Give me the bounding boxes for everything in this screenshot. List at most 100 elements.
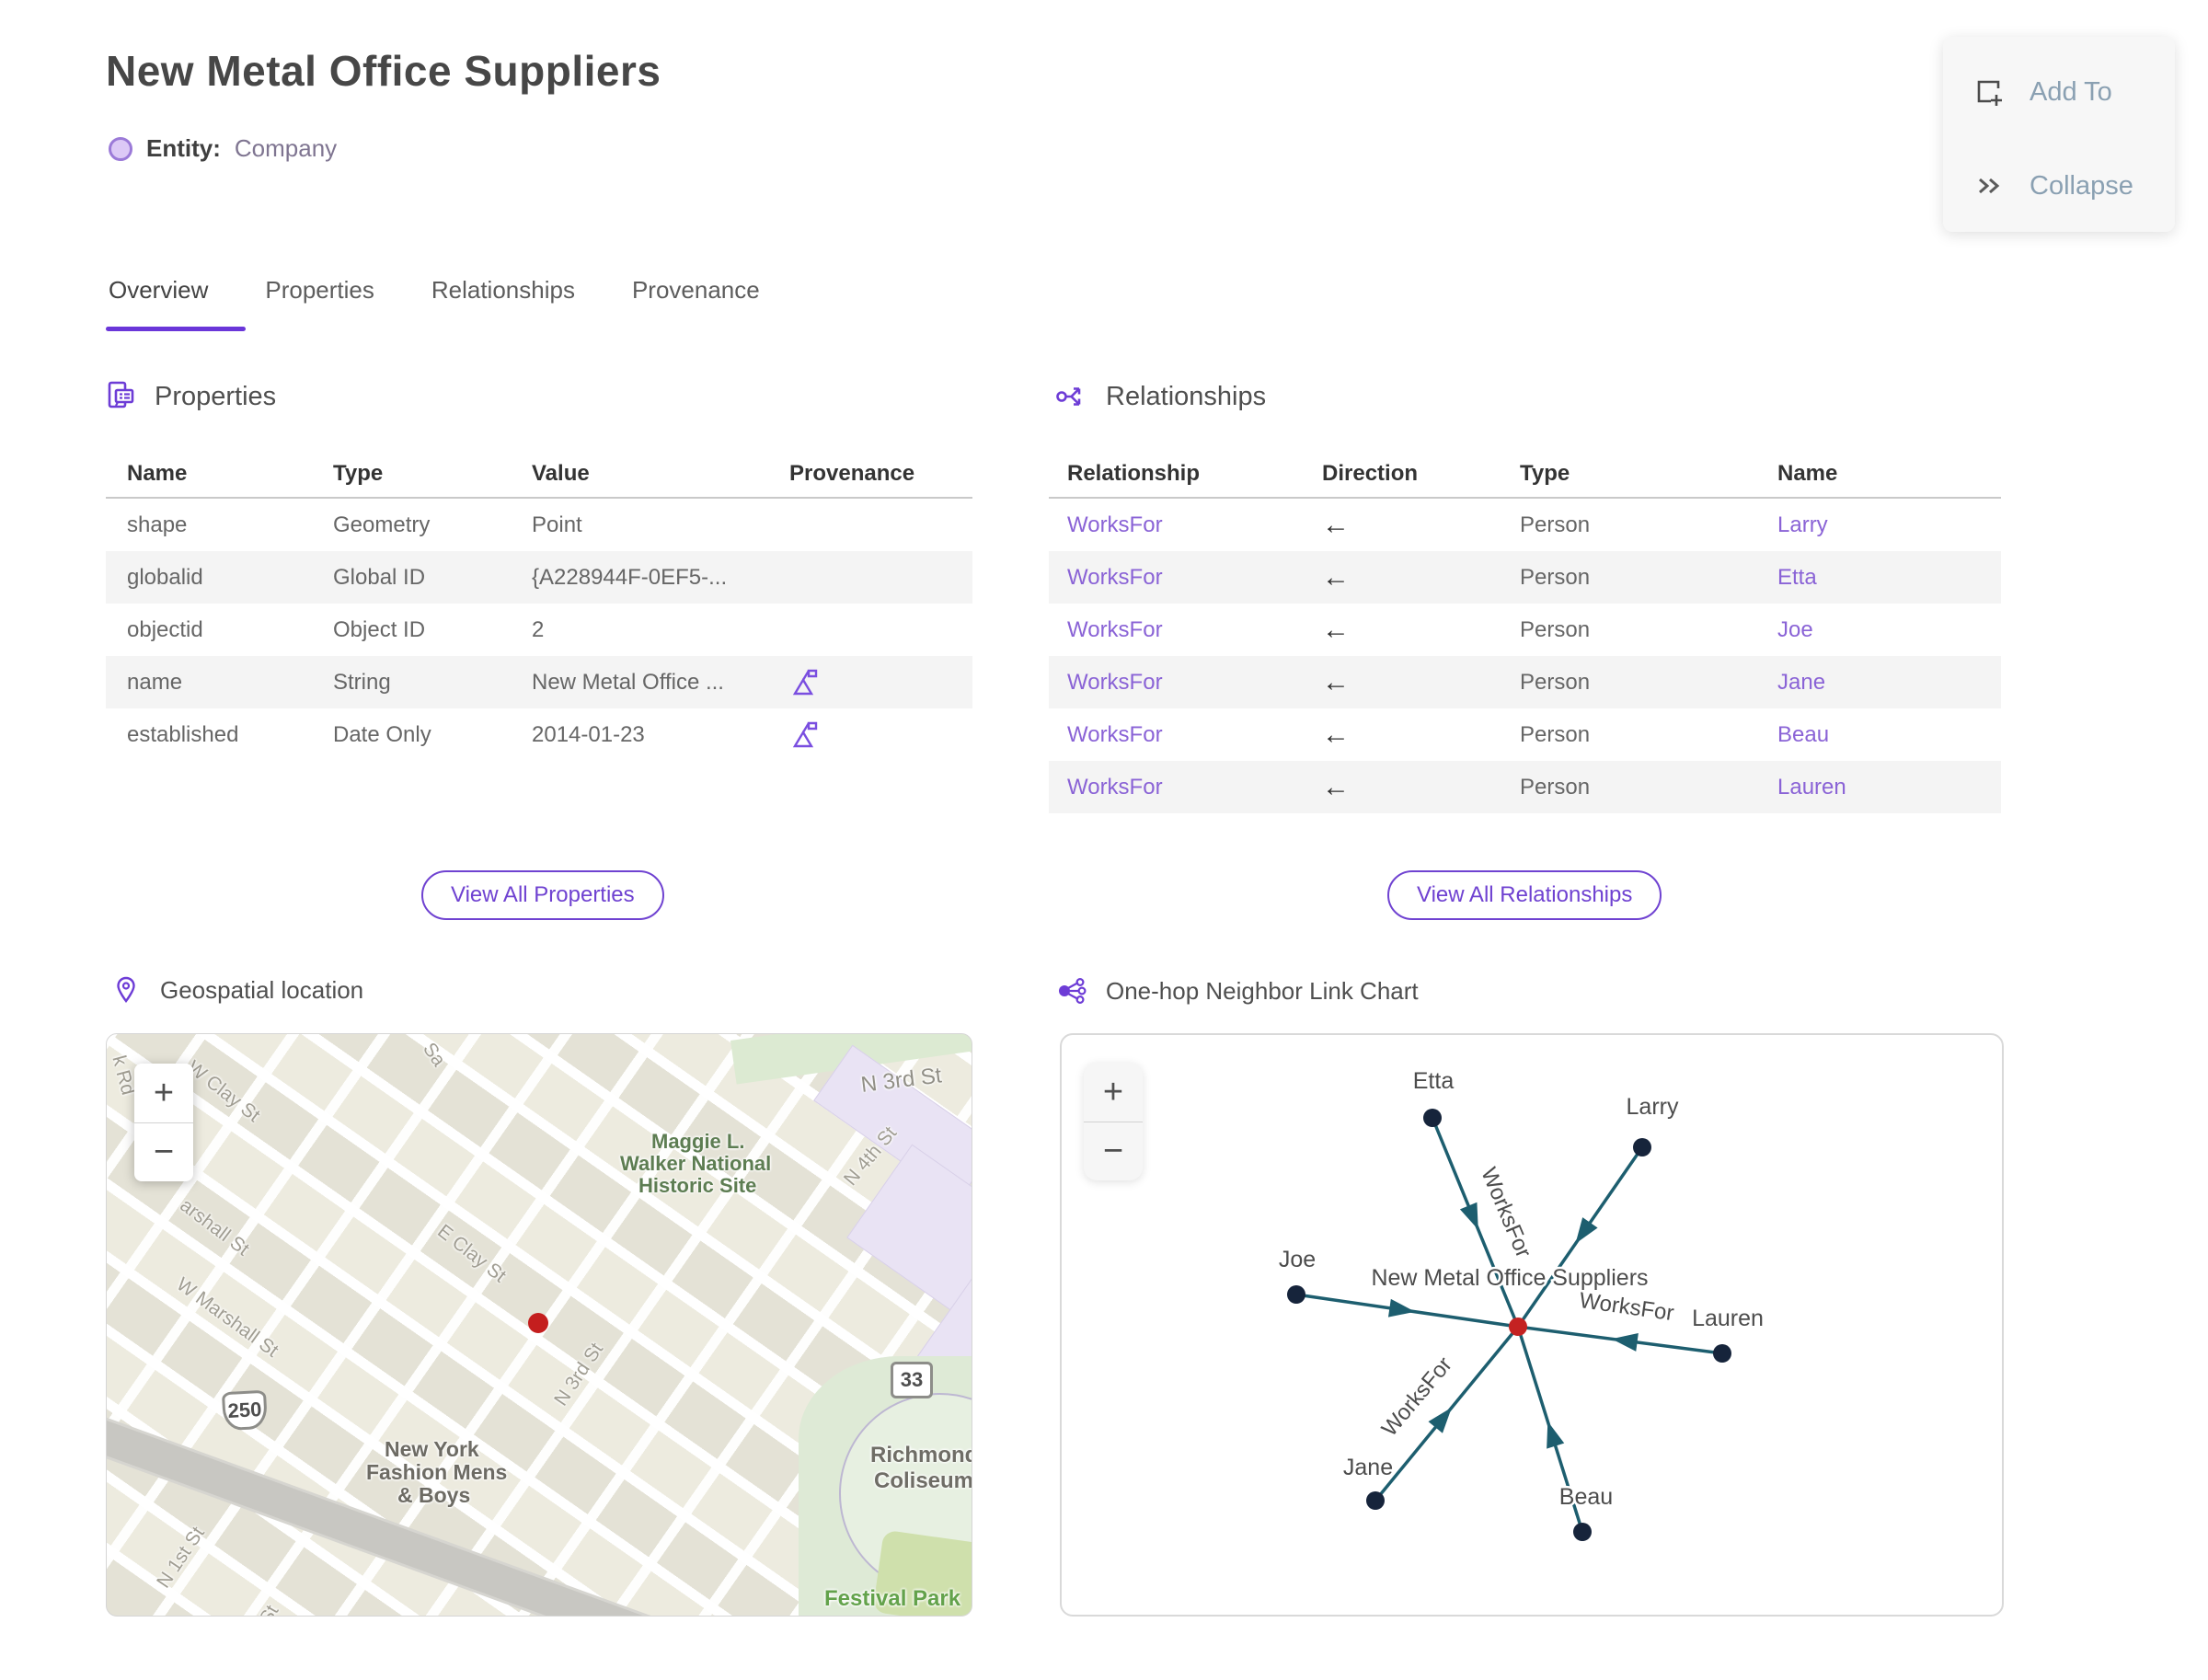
related-entity-link[interactable]: Beau [1777,722,1829,747]
graph-node-person[interactable] [1287,1285,1305,1304]
active-tab-indicator [106,327,246,331]
graph-node-person[interactable] [1573,1523,1592,1541]
property-type: String [333,669,391,695]
graph-node-label: Jane [1343,1455,1393,1480]
graph-edge-arrowhead [1547,1421,1565,1449]
graph-node-person[interactable] [1713,1344,1731,1363]
map-label: Richmond [870,1443,972,1467]
property-row: shape Geometry Point [106,499,972,551]
route-shield: 33 [891,1362,933,1398]
map-label: Walker National [620,1152,772,1175]
collapse-label: Collapse [2030,170,2133,201]
tab-relationships[interactable]: Relationships [431,276,575,305]
relationship-link[interactable]: WorksFor [1067,565,1163,590]
property-type: Global ID [333,564,426,590]
related-entity-link[interactable]: Etta [1777,565,1817,590]
map-zoom-in-button[interactable]: + [134,1064,193,1122]
relationship-link[interactable]: WorksFor [1067,775,1163,800]
graph-node-person[interactable] [1633,1138,1651,1156]
map-label: New York [385,1437,479,1461]
map-zoom-control: + − [134,1064,193,1181]
direction-arrow: ← [1322,561,1350,593]
relationship-link[interactable]: WorksFor [1067,512,1163,537]
tab-properties[interactable]: Properties [265,276,374,305]
tab-bar: Overview Properties Relationships Proven… [109,276,760,305]
graph-edge-label: WorksFor [1578,1288,1675,1326]
map-label: St [255,1601,283,1617]
add-to-icon [1977,80,2002,106]
property-row: name String New Metal Office ... [106,656,972,708]
properties-table-header: Name Type Value Provenance [106,451,972,499]
relationship-type: Person [1520,774,1591,800]
graph-node-person[interactable] [1366,1491,1385,1510]
link-chart-icon [1059,977,1087,1005]
provenance-flag-icon[interactable] [789,667,821,698]
tab-overview[interactable]: Overview [109,276,208,305]
graph-node-label: Beau [1559,1484,1613,1510]
relationship-type: Person [1520,512,1591,537]
relationships-icon [1056,387,1081,406]
property-value: New Metal Office ... [532,669,724,695]
link-chart-canvas[interactable]: Etta Larry Joe Lauren Jane Beau New Metal Offi… [1060,1033,2004,1617]
properties-section-header: Properties [103,379,276,414]
collapse-button[interactable]: Collapse [1943,145,2175,226]
relationships-table: Relationship Direction Type Name WorksFo… [1049,451,2001,813]
map-label: E Clay St [433,1220,511,1287]
graph-node-center-entity[interactable] [1509,1318,1527,1336]
relationship-link[interactable]: WorksFor [1067,670,1163,695]
relationship-link[interactable]: WorksFor [1067,617,1163,642]
chart-zoom-in-button[interactable]: + [1084,1063,1143,1122]
direction-arrow: ← [1322,666,1350,697]
graph-node-label: Joe [1279,1247,1316,1272]
entity-overview-page: New Metal Office Suppliers Entity: Compa… [0,0,2208,1680]
property-row: established Date Only 2014-01-23 [106,708,972,761]
related-entity-link[interactable]: Larry [1777,512,1828,537]
geospatial-section-header: Geospatial location [109,975,363,1005]
entity-location-marker[interactable] [528,1313,548,1333]
provenance-flag-icon[interactable] [789,719,821,751]
map-label: arshall St [176,1194,254,1260]
col-name: Name [127,461,188,486]
property-value: {A228944F-0EF5-... [532,564,728,590]
floating-action-card: Add To Collapse [1943,37,2175,232]
graph-node-label: Etta [1413,1068,1455,1094]
map-label: W Marshall St [172,1273,282,1362]
map-canvas[interactable]: k Rd W Clay St Sa arshall St W Marshall St E … [106,1033,972,1617]
map-label: N 3rd St [550,1339,608,1410]
relationship-row: WorksFor ← Person Jane [1049,656,2001,708]
relationship-row: WorksFor ← Person Lauren [1049,761,2001,813]
relationship-row: WorksFor ← Person Larry [1049,499,2001,551]
relationship-row: WorksFor ← Person Joe [1049,604,2001,656]
graph-node-label: Larry [1627,1094,1679,1120]
chevrons-right-icon [1979,178,2000,194]
property-name: globalid [127,564,203,590]
property-type: Object ID [333,616,426,642]
col-direction: Direction [1322,461,1419,486]
tab-provenance[interactable]: Provenance [632,276,760,305]
map-label: & Boys [397,1483,471,1507]
property-provenance [768,719,972,751]
geospatial-section-title: Geospatial location [160,975,364,1004]
direction-arrow: ← [1322,509,1350,540]
property-value: 2014-01-23 [532,721,645,747]
graph-node-person[interactable] [1423,1109,1442,1127]
add-to-button[interactable]: Add To [1943,52,2175,132]
route-shield: 250 [221,1389,269,1432]
view-all-properties-button[interactable]: View All Properties [421,870,664,920]
relationships-table-header: Relationship Direction Type Name [1049,451,2001,499]
property-name: shape [127,512,188,537]
graph-edge-arrowhead [1459,1202,1478,1230]
property-provenance [768,667,972,698]
relationship-link[interactable]: WorksFor [1067,722,1163,747]
chart-zoom-control: + − [1084,1063,1143,1180]
view-all-relationships-button[interactable]: View All Relationships [1387,870,1662,920]
col-provenance: Provenance [789,461,915,486]
entity-type-value: Company [234,134,338,162]
related-entity-link[interactable]: Joe [1777,617,1813,642]
property-value: Point [532,512,582,537]
map-pin-icon [117,976,135,1003]
map-zoom-out-button[interactable]: − [134,1122,193,1181]
related-entity-link[interactable]: Lauren [1777,775,1846,800]
chart-zoom-out-button[interactable]: − [1084,1122,1143,1180]
related-entity-link[interactable]: Jane [1777,670,1825,695]
